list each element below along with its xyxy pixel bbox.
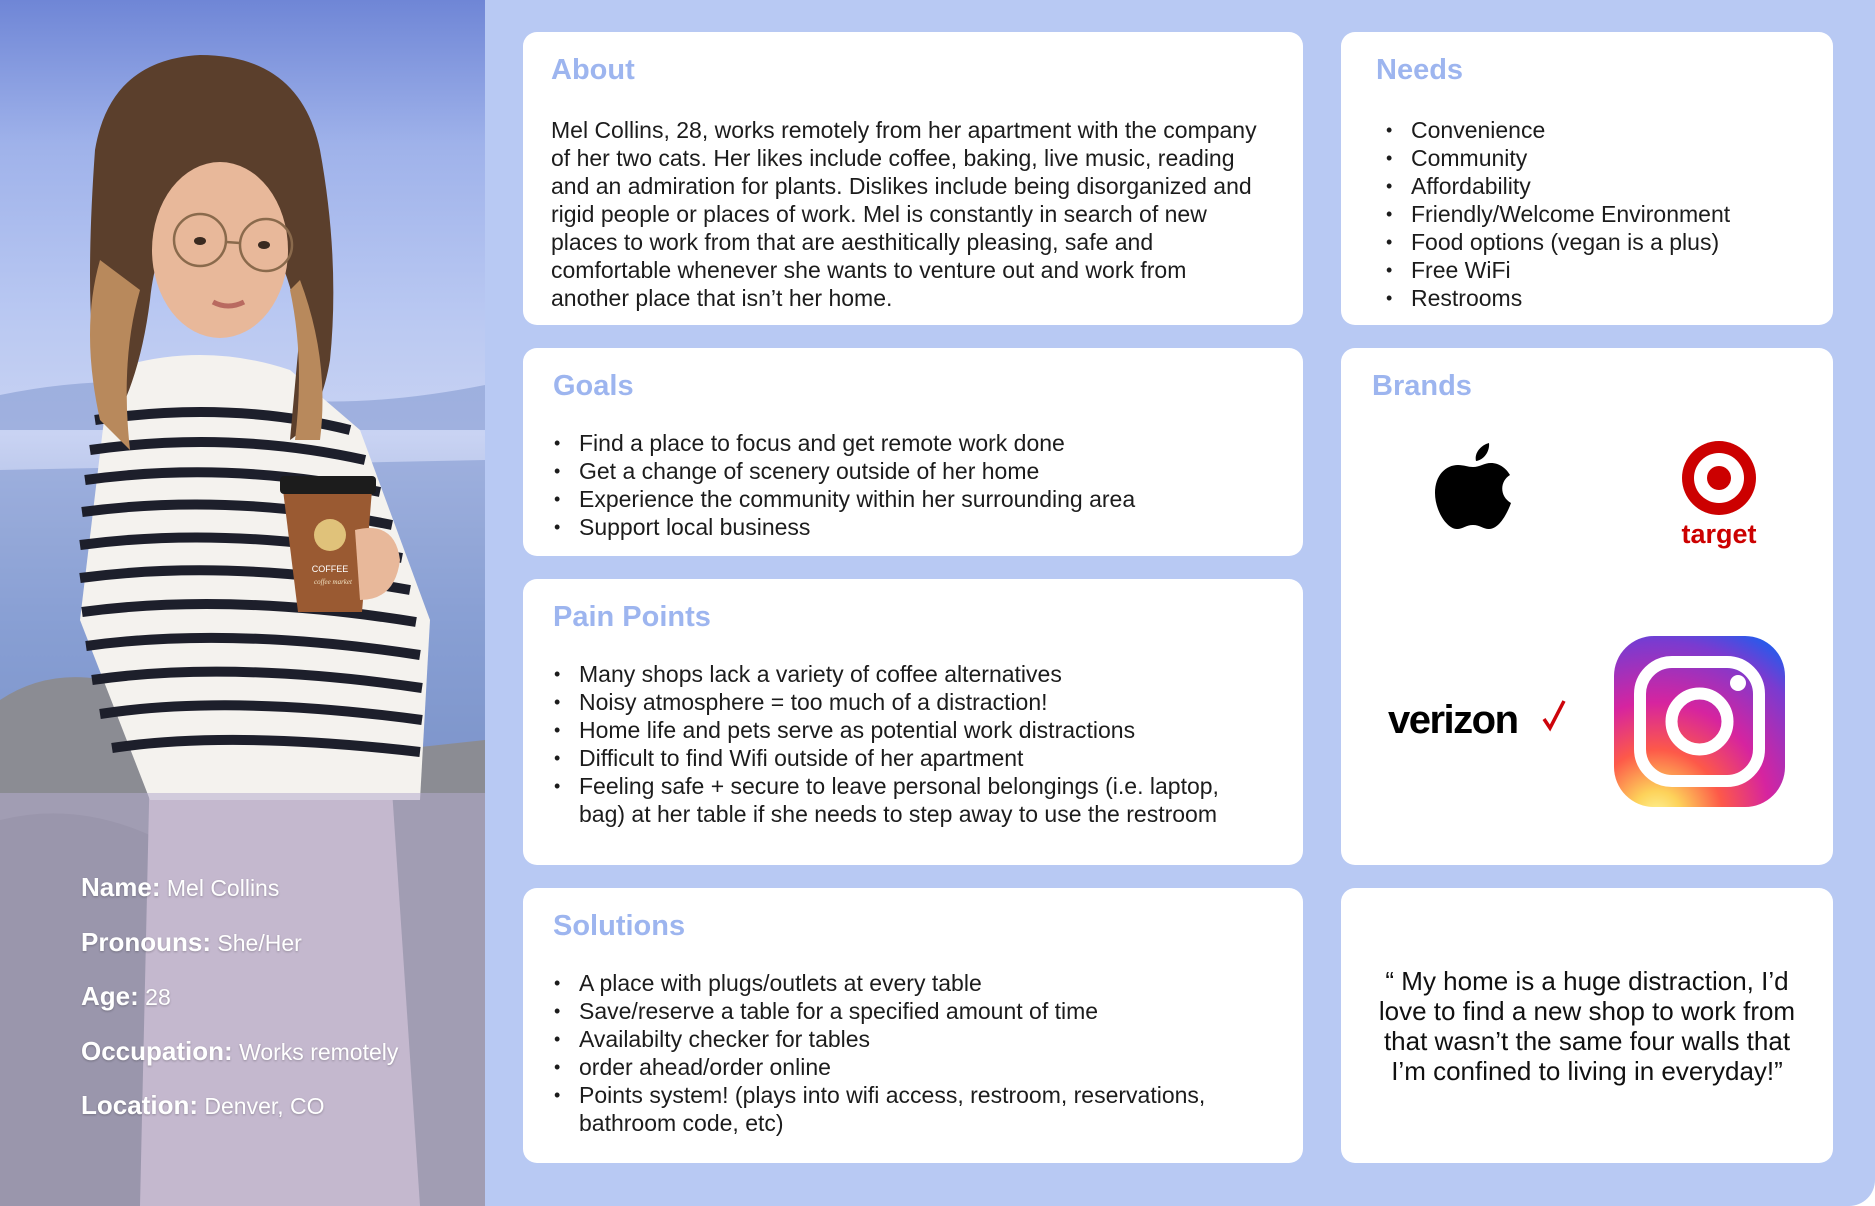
info-name: Name: Mel Collins [81, 872, 398, 927]
list-item: Free WiFi [1375, 256, 1813, 284]
about-text: Mel Collins, 28, works remotely from her… [551, 117, 1257, 311]
target-logo: target [1681, 441, 1757, 549]
needs-list: Convenience Community Affordability Frie… [1375, 116, 1813, 312]
instagram-logo [1614, 636, 1785, 807]
needs-card: Needs Convenience Community Affordabilit… [1341, 32, 1833, 325]
list-item: Many shops lack a variety of coffee alte… [543, 660, 1259, 688]
list-item: Convenience [1375, 116, 1813, 144]
name-label: Name: [81, 872, 161, 902]
list-item: Home life and pets serve as potential wo… [543, 716, 1259, 744]
list-item: Noisy atmosphere = too much of a distrac… [543, 688, 1259, 716]
goals-list: Find a place to focus and get remote wor… [543, 429, 1263, 541]
age-value: 28 [145, 984, 171, 1010]
cup-brand-text: COFFEE [312, 564, 349, 574]
verizon-wordmark: verizon [1388, 698, 1518, 742]
list-item: Friendly/Welcome Environment [1375, 200, 1813, 228]
goals-title: Goals [553, 370, 634, 402]
name-value: Mel Collins [166, 875, 280, 901]
pain-points-title: Pain Points [553, 601, 711, 633]
list-item: Restrooms [1375, 284, 1813, 312]
info-occupation: Occupation: Works remotely [81, 1036, 398, 1091]
info-pronouns: Pronouns: She/Her [81, 927, 398, 982]
about-title: About [551, 54, 635, 86]
solutions-title: Solutions [553, 910, 686, 942]
location-label: Location: [81, 1090, 198, 1120]
occupation-value: Works remotely [239, 1038, 399, 1065]
brands-title: Brands [1372, 370, 1472, 402]
list-item: Find a place to focus and get remote wor… [543, 429, 1263, 457]
solutions-list: A place with plugs/outlets at every tabl… [543, 969, 1259, 1137]
cup-tagline-text: coffee market [314, 578, 353, 586]
goals-card: Goals Find a place to focus and get remo… [523, 348, 1303, 556]
verizon-logo: verizon [1388, 698, 1566, 742]
persona-info-list: Name: Mel Collins Pronouns: She/Her Age:… [81, 872, 398, 1145]
list-item: Save/reserve a table for a specified amo… [543, 997, 1259, 1025]
persona-quote: “ My home is a huge distraction, I’d lov… [1378, 966, 1796, 1086]
persona-canvas: COFFEE coffee market Name: Mel Collins P… [0, 0, 1875, 1206]
verizon-check-icon [1542, 700, 1566, 732]
list-item: Availabilty checker for tables [543, 1025, 1259, 1053]
target-wordmark: target [1681, 519, 1756, 549]
quote-card: “ My home is a huge distraction, I’d lov… [1341, 888, 1833, 1163]
pain-points-card: Pain Points Many shops lack a variety of… [523, 579, 1303, 865]
brands-card: Brands target verizon [1341, 348, 1833, 865]
solutions-card: Solutions A place with plugs/outlets at … [523, 888, 1303, 1163]
age-label: Age: [81, 981, 139, 1011]
list-item: order ahead/order online [543, 1053, 1259, 1081]
list-item: Points system! (plays into wifi access, … [543, 1081, 1259, 1137]
list-item: Difficult to find Wifi outside of her ap… [543, 744, 1259, 772]
occupation-label: Occupation: [81, 1035, 233, 1066]
pronouns-value: She/Her [217, 929, 302, 956]
list-item: Food options (vegan is a plus) [1375, 228, 1813, 256]
needs-title: Needs [1376, 54, 1464, 86]
list-item: Affordability [1375, 172, 1813, 200]
list-item: Support local business [543, 513, 1263, 541]
apple-logo [1435, 443, 1511, 529]
pain-points-list: Many shops lack a variety of coffee alte… [543, 660, 1259, 828]
info-age: Age: 28 [81, 981, 398, 1036]
about-card: About Mel Collins, 28, works remotely fr… [523, 32, 1303, 325]
list-item: Community [1375, 144, 1813, 172]
list-item: Get a change of scenery outside of her h… [543, 457, 1263, 485]
list-item: Feeling safe + secure to leave personal … [543, 772, 1259, 828]
persona-photo: COFFEE coffee market Name: Mel Collins P… [0, 0, 485, 1206]
list-item: Experience the community within her surr… [543, 485, 1263, 513]
info-location: Location: Denver, CO [81, 1090, 398, 1145]
list-item: A place with plugs/outlets at every tabl… [543, 969, 1259, 997]
pronouns-label: Pronouns: [81, 926, 211, 957]
location-value: Denver, CO [204, 1093, 325, 1119]
